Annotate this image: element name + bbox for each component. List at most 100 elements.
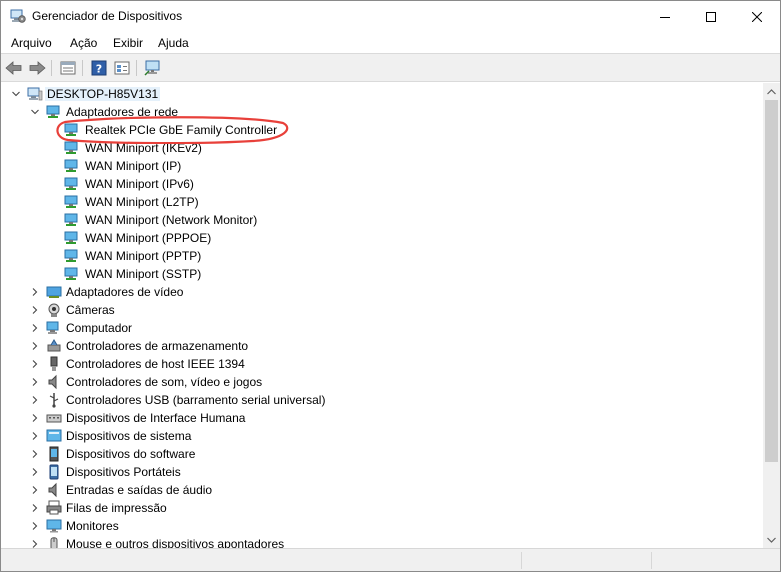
mouse-icon xyxy=(50,537,58,548)
tree-category-row[interactable]: Controladores de armazenamento xyxy=(1,337,763,355)
toolbar-separator xyxy=(82,60,83,76)
scan-monitor-icon xyxy=(144,60,160,76)
tree-category-row[interactable]: Dispositivos Portáteis xyxy=(1,463,763,481)
network-adapter-icon xyxy=(64,177,78,190)
chevron-right-icon[interactable] xyxy=(30,467,40,477)
menu-action[interactable]: Ação xyxy=(70,36,97,50)
tree-root-row[interactable]: DESKTOP-H85V131 xyxy=(1,85,763,103)
tree-category-label: Câmeras xyxy=(66,303,115,317)
scan-hardware-button[interactable] xyxy=(143,58,163,78)
tree-device-row[interactable]: WAN Miniport (PPPOE) xyxy=(1,229,763,247)
tree-device-row[interactable]: Realtek PCIe GbE Family Controller xyxy=(1,121,763,139)
chevron-right-icon[interactable] xyxy=(30,485,40,495)
chevron-right-icon[interactable] xyxy=(30,359,40,369)
chevron-right-icon[interactable] xyxy=(30,305,40,315)
window-title: Gerenciador de Dispositivos xyxy=(32,9,183,23)
scrollbar-thumb[interactable] xyxy=(765,100,778,462)
tree-category-row[interactable]: Câmeras xyxy=(1,301,763,319)
status-divider xyxy=(651,552,652,569)
minimize-icon xyxy=(660,16,670,18)
status-bar xyxy=(1,548,780,571)
tree-device-label: WAN Miniport (PPPOE) xyxy=(85,231,212,245)
tree-category-row[interactable]: Filas de impressão xyxy=(1,499,763,517)
storage-controller-icon xyxy=(47,339,61,352)
network-adapter-icon xyxy=(64,213,78,226)
chevron-right-icon[interactable] xyxy=(30,323,40,333)
tree-device-row[interactable]: WAN Miniport (SSTP) xyxy=(1,265,763,283)
menu-file[interactable]: Arquivo xyxy=(11,36,52,50)
menu-bar: Arquivo Ação Exibir Ajuda xyxy=(1,32,780,53)
monitor-icon xyxy=(46,519,62,533)
tree-device-row[interactable]: WAN Miniport (IP) xyxy=(1,157,763,175)
minimize-button[interactable] xyxy=(642,1,688,32)
chevron-right-icon[interactable] xyxy=(30,395,40,405)
computer-icon xyxy=(27,87,43,101)
close-button[interactable] xyxy=(734,1,780,32)
tree-category-row[interactable]: Monitores xyxy=(1,517,763,535)
back-button[interactable] xyxy=(4,58,24,78)
help-icon: ? xyxy=(91,60,107,76)
help-button[interactable]: ? xyxy=(89,58,109,78)
chevron-right-icon[interactable] xyxy=(30,413,40,423)
tree-category-row[interactable]: Adaptadores de vídeo xyxy=(1,283,763,301)
tree-device-row[interactable]: WAN Miniport (IPv6) xyxy=(1,175,763,193)
tree-root-label: DESKTOP-H85V131 xyxy=(45,87,161,101)
chevron-right-icon[interactable] xyxy=(30,449,40,459)
device-manager-window: Gerenciador de Dispositivos Arquivo Ação… xyxy=(0,0,781,572)
tree-device-row[interactable]: WAN Miniport (L2TP) xyxy=(1,193,763,211)
camera-icon xyxy=(48,303,60,317)
scroll-down-button[interactable] xyxy=(763,531,780,548)
chevron-right-icon[interactable] xyxy=(30,377,40,387)
tree-category-row[interactable]: Controladores de som, vídeo e jogos xyxy=(1,373,763,391)
tree-category-row[interactable]: Dispositivos do software xyxy=(1,445,763,463)
tree-category-row[interactable]: Computador xyxy=(1,319,763,337)
chevron-up-icon xyxy=(767,88,776,94)
tree-device-row[interactable]: WAN Miniport (Network Monitor) xyxy=(1,211,763,229)
tree-category-label: Dispositivos do software xyxy=(66,447,196,461)
chevron-right-icon[interactable] xyxy=(30,503,40,513)
chevron-right-icon[interactable] xyxy=(30,431,40,441)
network-adapter-icon xyxy=(64,249,78,262)
device-tree[interactable]: DESKTOP-H85V131 Adaptadores de rede Real… xyxy=(1,83,763,548)
tree-category-row[interactable]: Controladores USB (barramento serial uni… xyxy=(1,391,763,409)
tree-device-label: WAN Miniport (IP) xyxy=(85,159,182,173)
toolbar: ? xyxy=(1,53,780,82)
sound-icon xyxy=(48,374,57,390)
tree-category-network-row[interactable]: Adaptadores de rede xyxy=(1,103,763,121)
network-adapter-icon xyxy=(64,123,78,136)
tree-category-row[interactable]: Entradas e saídas de áudio xyxy=(1,481,763,499)
properties-button[interactable] xyxy=(58,58,78,78)
chevron-down-icon xyxy=(767,537,776,543)
tree-category-label: Controladores de som, vídeo e jogos xyxy=(66,375,263,389)
menu-view[interactable]: Exibir xyxy=(113,36,143,50)
tree-category-row[interactable]: Dispositivos de Interface Humana xyxy=(1,409,763,427)
chevron-right-icon[interactable] xyxy=(30,521,40,531)
forward-button[interactable] xyxy=(27,58,47,78)
menu-help[interactable]: Ajuda xyxy=(158,36,189,50)
usb-icon xyxy=(49,393,59,408)
chevron-right-icon[interactable] xyxy=(30,341,40,351)
tree-category-row[interactable]: Dispositivos de sistema xyxy=(1,427,763,445)
title-bar[interactable]: Gerenciador de Dispositivos xyxy=(1,1,780,32)
chevron-right-icon[interactable] xyxy=(30,287,40,297)
tree-category-row[interactable]: Mouse e outros dispositivos apontadores xyxy=(1,535,763,548)
vertical-scrollbar[interactable] xyxy=(763,83,780,548)
tree-category-row[interactable]: Controladores de host IEEE 1394 xyxy=(1,355,763,373)
properties-grid-icon xyxy=(60,61,76,75)
tree-device-row[interactable]: WAN Miniport (PPTP) xyxy=(1,247,763,265)
device-manager-icon xyxy=(10,9,26,24)
tree-device-row[interactable]: WAN Miniport (IKEv2) xyxy=(1,139,763,157)
update-driver-button[interactable] xyxy=(112,58,132,78)
chevron-down-icon[interactable] xyxy=(30,107,40,117)
tree-category-label: Dispositivos de sistema xyxy=(66,429,192,443)
chevron-right-icon[interactable] xyxy=(30,539,40,548)
svg-text:?: ? xyxy=(96,63,102,76)
tree-category-label: Computador xyxy=(66,321,133,335)
maximize-button[interactable] xyxy=(688,1,734,32)
chevron-down-icon[interactable] xyxy=(11,89,21,99)
scroll-up-button[interactable] xyxy=(763,83,780,100)
tree-category-label: Controladores de host IEEE 1394 xyxy=(66,357,245,371)
tree-category-label: Monitores xyxy=(66,519,119,533)
tree-category-label: Controladores de armazenamento xyxy=(66,339,249,353)
maximize-icon xyxy=(706,11,716,22)
